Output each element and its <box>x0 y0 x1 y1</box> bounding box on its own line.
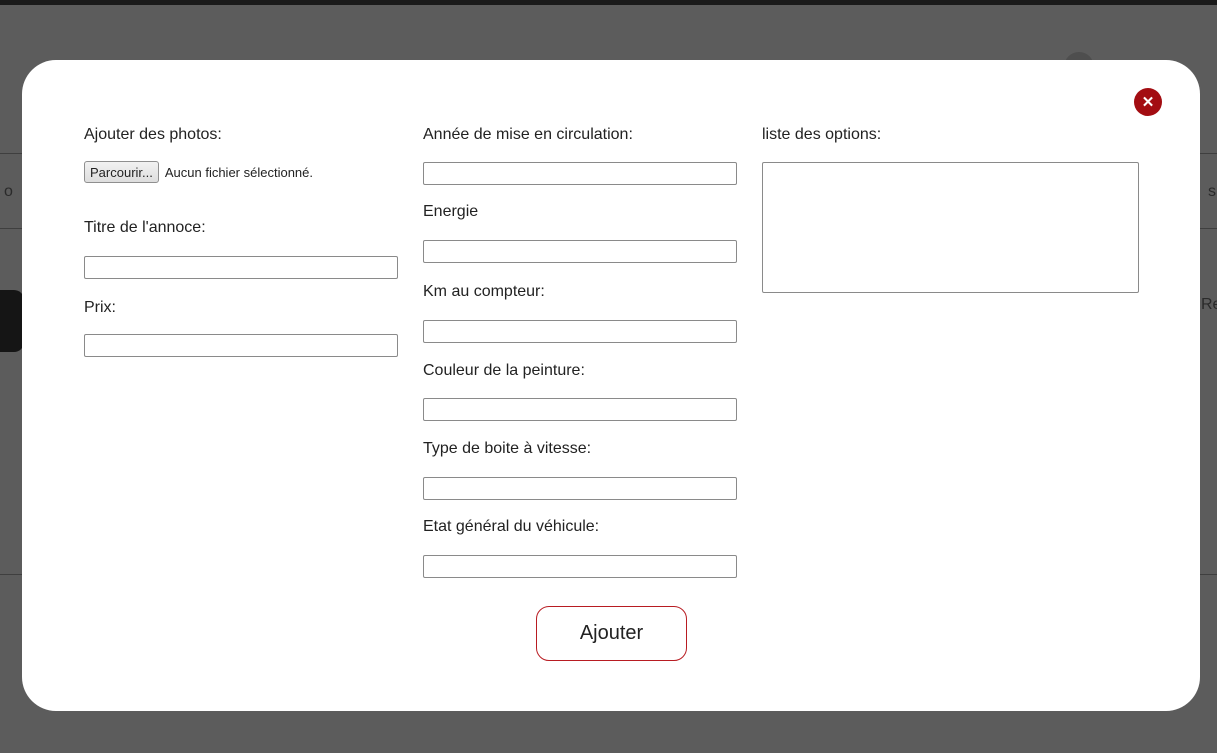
title-input[interactable] <box>84 256 398 279</box>
color-label: Couleur de la peinture: <box>423 362 585 379</box>
condition-input[interactable] <box>423 555 737 578</box>
energy-input[interactable] <box>423 240 737 263</box>
background-text: Re <box>1201 296 1217 313</box>
km-input[interactable] <box>423 320 737 343</box>
add-listing-modal: ✕ Ajouter des photos: Parcourir... Aucun… <box>22 60 1200 711</box>
file-status-text: Aucun fichier sélectionné. <box>164 164 314 180</box>
options-label: liste des options: <box>762 126 882 143</box>
close-button[interactable]: ✕ <box>1134 88 1162 116</box>
gearbox-label: Type de boite à vitesse: <box>423 440 592 457</box>
gearbox-input[interactable] <box>423 477 737 500</box>
price-input[interactable] <box>84 334 398 357</box>
condition-label: Etat général du véhicule: <box>423 518 600 535</box>
photo-file-input[interactable]: Parcourir... Aucun fichier sélectionné. <box>84 161 313 183</box>
background-image <box>0 290 24 352</box>
color-input[interactable] <box>423 398 737 421</box>
year-label: Année de mise en circulation: <box>423 126 633 143</box>
background-text: s <box>1208 183 1216 200</box>
options-textarea[interactable] <box>762 162 1139 293</box>
km-label: Km au compteur: <box>423 283 545 300</box>
top-bar <box>0 0 1217 5</box>
page-backdrop: o s Re ✕ Ajouter des photos: Parcourir..… <box>0 0 1217 753</box>
title-label: Titre de l'annoce: <box>84 219 206 236</box>
price-label: Prix: <box>84 299 116 316</box>
close-icon: ✕ <box>1141 94 1155 111</box>
background-text: o <box>4 183 13 200</box>
energy-label: Energie <box>423 203 479 220</box>
photos-label: Ajouter des photos: <box>84 126 222 143</box>
browse-button[interactable]: Parcourir... <box>84 161 159 183</box>
add-button[interactable]: Ajouter <box>536 606 687 661</box>
year-input[interactable] <box>423 162 737 185</box>
